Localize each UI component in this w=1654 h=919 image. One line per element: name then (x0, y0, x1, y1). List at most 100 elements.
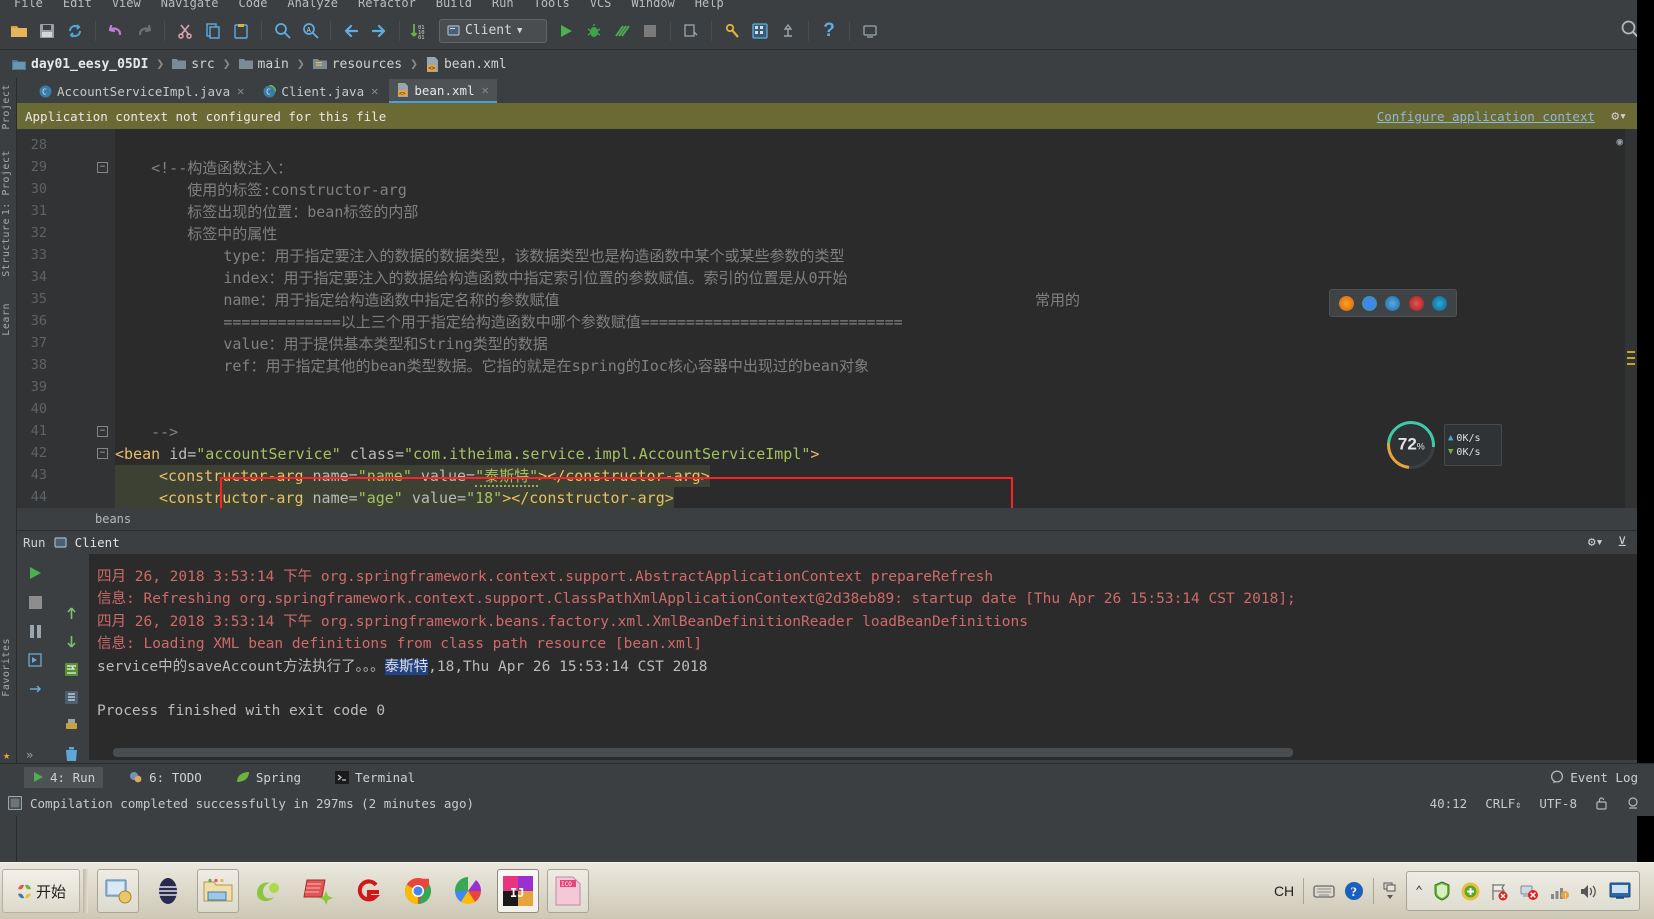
debug-icon[interactable] (581, 18, 607, 44)
inspector-icon[interactable] (1626, 796, 1640, 810)
intellij-idea-icon[interactable]: IJ (497, 869, 539, 913)
marker-warning[interactable] (1627, 363, 1635, 365)
firefox-icon[interactable] (1339, 295, 1355, 311)
hide-icon[interactable]: ⊻ (1617, 535, 1627, 550)
notepad-plus-icon[interactable] (297, 869, 339, 913)
browser-preview-strip[interactable] (1329, 289, 1457, 317)
nvidia-icon[interactable] (247, 869, 289, 913)
editor-gutter[interactable]: 28 29 30 31 32 33 34 35 36 37 38 39 40 4… (17, 129, 115, 508)
line-separator[interactable]: CRLF⇕ (1485, 796, 1521, 811)
sync-icon[interactable] (62, 18, 88, 44)
menu-item-code[interactable]: Code (229, 0, 278, 9)
tab-account-service-impl[interactable]: C AccountServiceImpl.java ✕ (31, 79, 252, 103)
ico-file-icon[interactable]: ICO (547, 869, 589, 913)
no-network-flag-icon[interactable] (1490, 882, 1509, 901)
eye-icon[interactable]: ◉ (1616, 135, 1623, 148)
menu-item-navigate[interactable]: Navigate (151, 0, 229, 9)
display-icon[interactable] (1609, 882, 1631, 900)
menu-item-view[interactable]: View (102, 0, 151, 9)
undo-icon[interactable] (103, 18, 129, 44)
update-icon[interactable] (1461, 882, 1480, 901)
project-structure-icon[interactable] (747, 18, 773, 44)
copy-icon[interactable] (200, 18, 226, 44)
menu-item-vcs[interactable]: VCS (580, 0, 622, 9)
signal-icon[interactable]: ! (1549, 882, 1569, 901)
tab-client[interactable]: C Client.java ✕ (255, 79, 386, 103)
resume-icon[interactable] (25, 650, 45, 670)
close-icon[interactable]: ✕ (371, 84, 378, 98)
chrome-icon[interactable] (397, 869, 439, 913)
chrome-icon[interactable] (1362, 295, 1378, 311)
chevron-down-icon[interactable]: ▼ (517, 26, 522, 36)
menu-item-build[interactable]: Build (426, 0, 482, 9)
find-icon[interactable] (269, 18, 295, 44)
help-icon[interactable]: ? (816, 18, 842, 44)
attach-icon[interactable] (678, 18, 704, 44)
rail-item-favorites[interactable]: Favorites (1, 638, 12, 697)
security-shield-icon[interactable] (1433, 881, 1451, 901)
replace-icon[interactable]: A (297, 18, 323, 44)
scroll-end-icon[interactable] (61, 690, 81, 705)
back-icon[interactable] (338, 18, 364, 44)
fold-marker[interactable]: − (97, 426, 108, 437)
rail-item-project[interactable]: Project (1, 84, 12, 130)
run-configuration-selector[interactable]: Client ▼ (439, 18, 547, 43)
compile-icon[interactable]: 01 10 01 (407, 18, 433, 44)
network-rate-panel[interactable]: ▲ 0K/s ▼ 0K/s (1444, 424, 1502, 466)
build-status-icon[interactable] (8, 796, 22, 810)
fold-marker[interactable]: − (97, 448, 108, 459)
opera-icon[interactable] (1408, 295, 1424, 311)
save-all-icon[interactable] (34, 18, 60, 44)
show-desktop-icon[interactable] (97, 869, 139, 913)
rail-item-project-1[interactable]: 1: Project (1, 150, 12, 215)
menu-item-file[interactable]: File (4, 0, 53, 9)
network-speed-widget[interactable]: 72% (1377, 411, 1445, 479)
pause-icon[interactable] (25, 621, 45, 641)
clear-all-icon[interactable] (61, 746, 81, 762)
file-explorer-icon[interactable] (197, 869, 239, 913)
gg-icon[interactable] (347, 869, 389, 913)
stop-icon[interactable] (637, 18, 663, 44)
console-horizontal-scrollbar[interactable] (113, 748, 1293, 757)
stop-icon[interactable] (25, 592, 45, 612)
breadcrumb-item-module[interactable]: day01_eesy_05DI (8, 57, 152, 72)
caret-position[interactable]: 40:12 (1430, 796, 1468, 811)
paste-icon[interactable] (228, 18, 254, 44)
rerun-icon[interactable] (25, 563, 45, 583)
trace-icon[interactable] (25, 679, 45, 699)
breadcrumb-item-main[interactable]: main (235, 57, 293, 72)
bottom-tab-todo[interactable]: 6: TODO (121, 767, 210, 788)
update-icon[interactable] (857, 18, 883, 44)
bottom-tab-terminal[interactable]: Terminal (327, 767, 423, 788)
menu-item-tools[interactable]: Tools (524, 0, 580, 9)
volume-icon[interactable] (1579, 882, 1599, 901)
editor-structure-breadcrumb[interactable]: beans (17, 508, 1637, 530)
up-stack-icon[interactable] (61, 606, 81, 621)
settings-icon[interactable] (719, 18, 745, 44)
forward-icon[interactable] (366, 18, 392, 44)
edge-icon[interactable] (1431, 295, 1447, 311)
expand-tool-window-icon[interactable]: » (26, 748, 33, 762)
ime-indicator[interactable]: CH (1274, 883, 1294, 899)
help-icon[interactable]: ? (1344, 881, 1364, 901)
run-console[interactable]: 四月 26, 2018 3:53:14 下午 org.springframewo… (17, 554, 1637, 762)
menu-item-window[interactable]: Window (621, 0, 684, 9)
run-coverage-icon[interactable] (609, 18, 635, 44)
wps-icon[interactable] (147, 869, 189, 913)
file-encoding[interactable]: UTF-8 (1539, 796, 1577, 811)
rail-item-structure[interactable]: Structure (1, 218, 12, 277)
event-log-button[interactable]: Event Log (1550, 770, 1638, 785)
ie-icon[interactable] (1385, 295, 1401, 311)
no-connection-icon[interactable] (1519, 882, 1539, 901)
menu-item-run[interactable]: Run (482, 0, 524, 9)
open-folder-icon[interactable] (6, 18, 32, 44)
breadcrumb-item-src[interactable]: src (168, 57, 218, 72)
gear-icon[interactable]: ⚙▾ (1588, 535, 1604, 550)
configure-application-context-link[interactable]: Configure application context (1377, 109, 1595, 124)
bottom-tab-run[interactable]: 4: Run (24, 766, 104, 788)
run-icon[interactable] (553, 18, 579, 44)
breadcrumb-item-file[interactable]: <> bean.xml (422, 56, 511, 72)
menu-item-edit[interactable]: Edit (53, 0, 102, 9)
marker-warning[interactable] (1627, 357, 1635, 359)
menu-item-refactor[interactable]: Refactor (348, 0, 426, 9)
